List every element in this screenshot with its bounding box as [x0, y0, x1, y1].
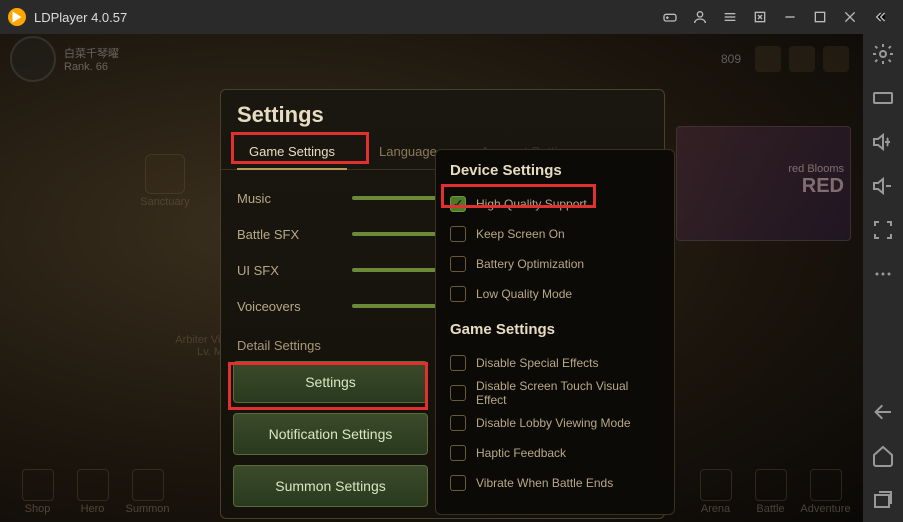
checkbox-icon	[450, 445, 466, 461]
game-settings-header: Game Settings	[450, 321, 660, 338]
back-icon[interactable]	[871, 400, 895, 424]
checkbox-icon	[450, 385, 466, 401]
close-button[interactable]	[835, 2, 865, 32]
minimize-button[interactable]	[775, 2, 805, 32]
tab-game-settings[interactable]: Game Settings	[237, 136, 347, 169]
expand-icon[interactable]	[745, 2, 775, 32]
window-title: LDPlayer 4.0.57	[34, 10, 655, 25]
checkbox-battery-optimization[interactable]: Battery Optimization	[450, 249, 660, 279]
checkbox-disable-lobby-viewing[interactable]: Disable Lobby Viewing Mode	[450, 408, 660, 438]
keyboard-icon[interactable]	[871, 86, 895, 110]
music-slider[interactable]	[352, 196, 442, 200]
gamepad-icon[interactable]	[655, 2, 685, 32]
nav-battle[interactable]: Battle	[743, 469, 798, 515]
checkbox-icon	[450, 355, 466, 371]
volume-up-icon[interactable]	[871, 130, 895, 154]
home-icon[interactable]	[871, 444, 895, 468]
checkbox-keep-screen-on[interactable]: Keep Screen On	[450, 219, 660, 249]
checkbox-disable-touch-visual[interactable]: Disable Screen Touch Visual Effect	[450, 378, 660, 408]
titlebar: LDPlayer 4.0.57	[0, 0, 903, 34]
checkbox-icon	[450, 256, 466, 272]
ui-sfx-slider[interactable]	[352, 268, 442, 272]
device-settings-panel: Device Settings High Quality Support Kee…	[435, 149, 675, 515]
checkbox-disable-special-effects[interactable]: Disable Special Effects	[450, 348, 660, 378]
checkbox-low-quality[interactable]: Low Quality Mode	[450, 279, 660, 309]
checkbox-icon	[450, 226, 466, 242]
fullscreen-icon[interactable]	[871, 218, 895, 242]
recent-apps-icon[interactable]	[871, 488, 895, 512]
sanctuary-building[interactable]: Sanctuary	[135, 154, 195, 208]
user-icon[interactable]	[685, 2, 715, 32]
settings-title: Settings	[221, 102, 664, 136]
checkbox-icon	[450, 196, 466, 212]
voiceovers-slider[interactable]	[352, 304, 442, 308]
menu-icon[interactable]	[715, 2, 745, 32]
checkbox-icon	[450, 286, 466, 302]
device-settings-header: Device Settings	[450, 162, 660, 179]
ldplayer-logo-icon	[8, 8, 26, 26]
notification-settings-button[interactable]: Notification Settings	[233, 413, 428, 455]
nav-adventure[interactable]: Adventure	[798, 469, 853, 515]
maximize-button[interactable]	[805, 2, 835, 32]
game-viewport: 白菜千琴曜 Rank. 66 809 Sanctuary Arbiter Vil…	[0, 34, 863, 522]
checkbox-high-quality[interactable]: High Quality Support	[450, 189, 660, 219]
checkbox-icon	[450, 415, 466, 431]
more-icon[interactable]	[871, 262, 895, 286]
event-banner[interactable]: red Blooms RED	[676, 126, 851, 241]
nav-summon[interactable]: Summon	[120, 469, 175, 515]
bottom-navigation: Shop Hero Summon Arena Battle Adventure	[0, 462, 863, 522]
collapse-sidebar-icon[interactable]	[865, 2, 895, 32]
nav-hero[interactable]: Hero	[65, 469, 120, 515]
settings-icon[interactable]	[871, 42, 895, 66]
nav-shop[interactable]: Shop	[10, 469, 65, 515]
nav-arena[interactable]: Arena	[688, 469, 743, 515]
volume-down-icon[interactable]	[871, 174, 895, 198]
detail-settings-button[interactable]: Settings	[233, 361, 428, 403]
battle-sfx-slider[interactable]	[352, 232, 442, 236]
emulator-sidebar	[863, 34, 903, 522]
